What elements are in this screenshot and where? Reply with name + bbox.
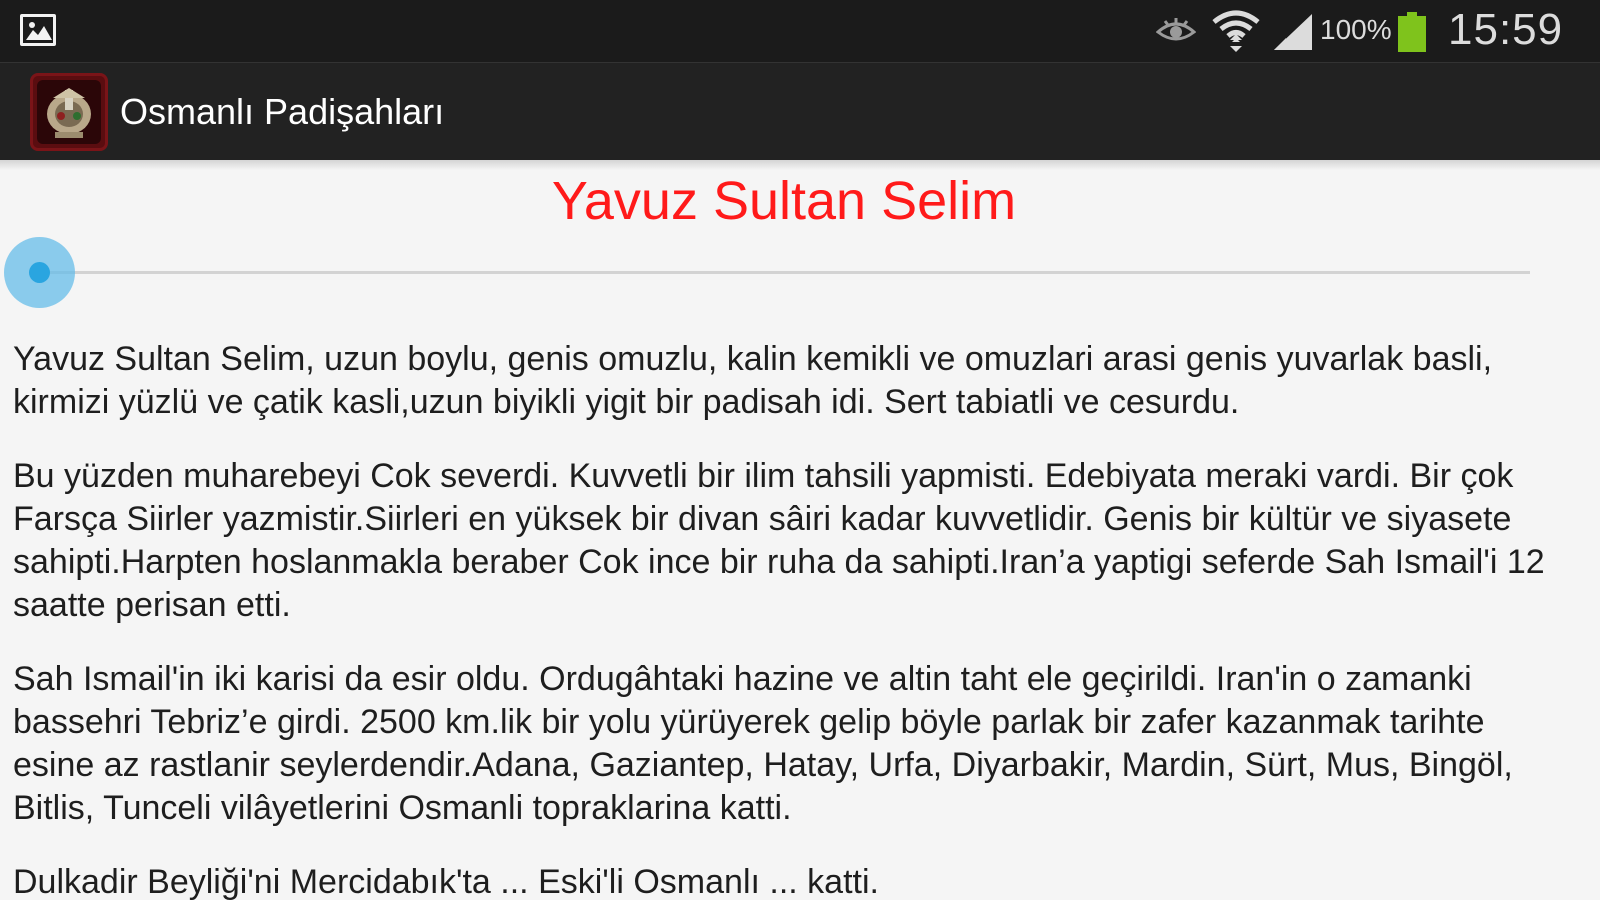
audio-seekbar[interactable] xyxy=(40,271,1530,274)
wifi-icon xyxy=(1212,8,1260,58)
paragraph-4: Dulkadir Beyliği'ni Mercidabık'ta ... Es… xyxy=(13,863,879,900)
battery-icon xyxy=(1398,12,1426,52)
smart-stay-eye-icon xyxy=(1155,16,1197,50)
seekbar-thumb[interactable] xyxy=(29,262,50,283)
ottoman-coat-of-arms-icon[interactable] xyxy=(30,73,108,151)
battery-percent: 100% xyxy=(1320,14,1392,45)
action-bar: Osmanlı Padişahları xyxy=(0,62,1600,161)
biography-text: Yavuz Sultan Selim, uzun boylu, genis om… xyxy=(13,338,1558,900)
gallery-icon xyxy=(20,14,56,46)
clock: 15:59 xyxy=(1448,5,1564,54)
paragraph-2: Bu yüzden muharebeyi Cok severdi. Kuvvet… xyxy=(13,457,1545,624)
paragraph-3: Sah Ismail'in iki karisi da esir oldu. O… xyxy=(13,660,1513,827)
paragraph-1: Yavuz Sultan Selim, uzun boylu, genis om… xyxy=(13,340,1493,421)
page-title: Yavuz Sultan Selim xyxy=(551,171,1017,231)
status-bar: 100% 15:59 xyxy=(0,0,1600,62)
cell-signal-icon xyxy=(1272,12,1314,56)
content-area[interactable]: Yavuz Sultan Selim Yavuz Sultan Selim, u… xyxy=(0,160,1600,900)
app-title: Osmanlı Padişahları xyxy=(120,91,445,132)
